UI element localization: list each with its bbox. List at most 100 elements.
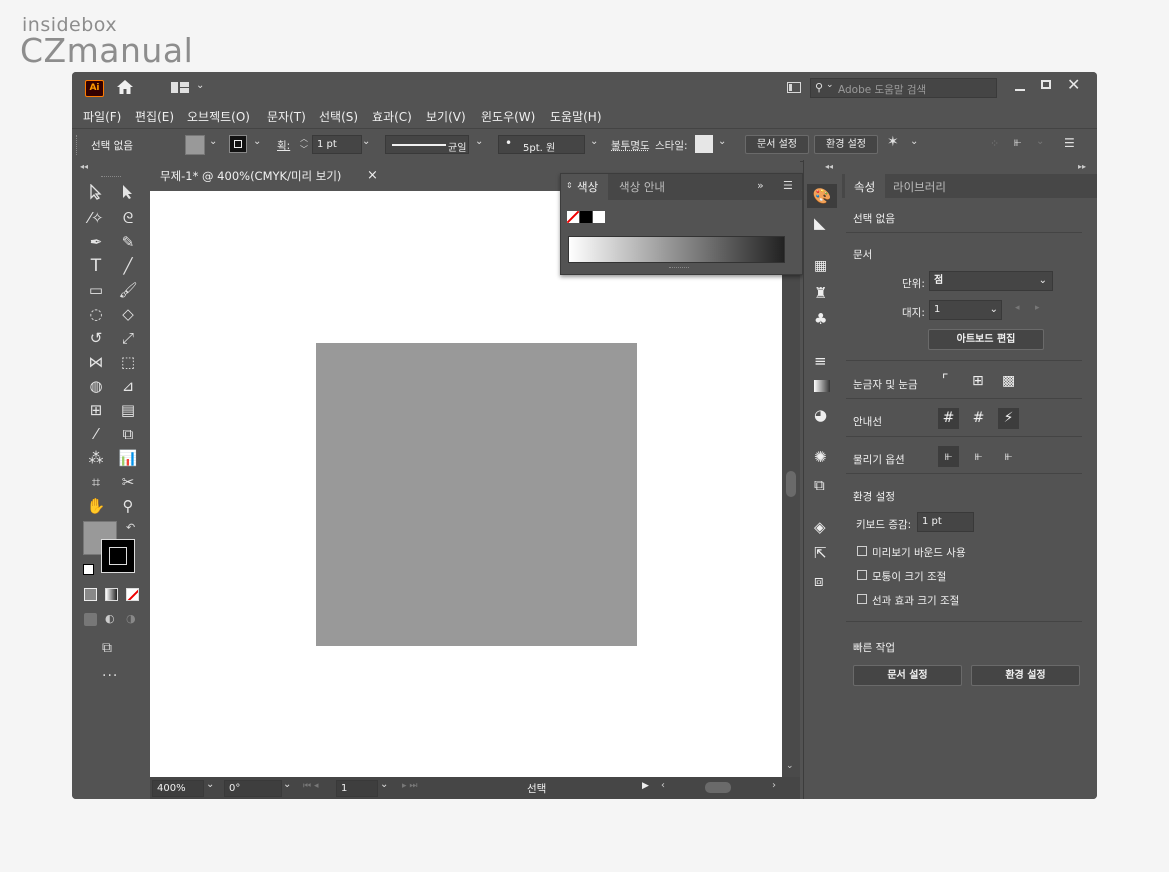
screen-mode-icon[interactable]: ⧉ xyxy=(102,640,112,656)
minimize-button[interactable] xyxy=(1013,81,1027,93)
symbols-icon[interactable]: ♣ xyxy=(814,310,827,328)
home-icon[interactable] xyxy=(116,79,134,95)
panel-menu-icon[interactable]: ☰ xyxy=(783,179,793,192)
color-spectrum-bar[interactable] xyxy=(568,236,785,263)
style-dropdown-icon[interactable]: ⌄ xyxy=(718,136,726,147)
brush-definition[interactable]: • 5pt. 원 xyxy=(498,135,585,154)
rectangle-tool-icon[interactable]: ▭ xyxy=(86,280,106,300)
collapse-tools-icon[interactable]: ◂◂ xyxy=(80,162,88,171)
width-tool-icon[interactable]: ⋈ xyxy=(86,352,106,372)
appearance-icon[interactable]: ✺ xyxy=(814,448,827,466)
blend-tool-icon[interactable]: ⧉ xyxy=(118,424,138,444)
artboard-tool-icon[interactable]: ⌗ xyxy=(86,472,106,492)
color-mode-icon[interactable] xyxy=(84,588,97,601)
zoom-dropdown-icon[interactable]: ⌄ xyxy=(206,779,214,790)
transparency-grid-icon[interactable]: ▩ xyxy=(1002,373,1015,389)
close-button[interactable]: ✕ xyxy=(1067,75,1080,94)
smart-guides-icon[interactable]: ⚡ xyxy=(998,408,1019,429)
hand-tool-icon[interactable]: ✋ xyxy=(86,496,106,516)
perspective-grid-tool-icon[interactable]: ⊿ xyxy=(118,376,138,396)
draw-normal-icon[interactable] xyxy=(84,613,97,626)
menu-edit[interactable]: 편집(E) xyxy=(135,108,174,125)
artboard-select[interactable]: 1 ⌄ xyxy=(929,300,1002,320)
export-icon[interactable]: ⇱ xyxy=(814,544,827,562)
search-box[interactable]: ⚲ ⌄ Adobe 도움말 검색 xyxy=(810,78,997,98)
free-transform-tool-icon[interactable]: ⬚ xyxy=(118,352,138,372)
gray-rectangle[interactable] xyxy=(316,343,637,646)
chevron-down-icon[interactable]: ⌄ xyxy=(196,80,204,91)
menu-select[interactable]: 선택(S) xyxy=(319,108,358,125)
slice-tool-icon[interactable]: ✂ xyxy=(118,472,138,492)
libraries-tab[interactable]: 라이브러리 xyxy=(893,179,946,195)
expand-panel-icon[interactable]: » xyxy=(757,179,764,192)
lock-guides-icon[interactable]: # xyxy=(968,408,989,429)
edit-artboards-button[interactable]: 아트보드 편집 xyxy=(928,329,1044,350)
document-tab[interactable]: 무제-1* @ 400%(CMYK/미리 보기) × xyxy=(150,162,380,191)
snap-to-glyph-icon[interactable]: ⫦ xyxy=(998,446,1019,467)
none-swatch[interactable] xyxy=(567,211,579,223)
symbol-sprayer-tool-icon[interactable]: ⁂ xyxy=(86,448,106,468)
color-panel-icon[interactable]: 🎨 xyxy=(807,184,837,208)
scale-strokes-checkbox[interactable] xyxy=(857,594,867,604)
white-swatch[interactable] xyxy=(593,211,605,223)
vertical-scrollbar[interactable]: ⌄ xyxy=(782,191,800,777)
black-swatch[interactable] xyxy=(580,211,592,223)
properties-tab[interactable]: 속성 xyxy=(845,174,885,198)
draw-inside-icon[interactable]: ◑ xyxy=(126,612,136,625)
edit-toolbar-icon[interactable]: ··· xyxy=(102,668,118,684)
stroke-stepper-icon[interactable]: ︿ ﹀ xyxy=(300,133,308,155)
scroll-left-icon[interactable]: ‹ xyxy=(661,780,665,791)
menu-type[interactable]: 문자(T) xyxy=(267,108,306,125)
fill-swatch[interactable] xyxy=(185,135,205,155)
collapse-strip-icon[interactable]: ◂◂ xyxy=(825,162,833,171)
eraser-tool-icon[interactable]: ◇ xyxy=(118,304,138,324)
units-select[interactable]: 점 ⌄ xyxy=(929,271,1053,291)
shape-builder-tool-icon[interactable]: ◍ xyxy=(86,376,106,396)
panel-menu-icon[interactable]: ☰ xyxy=(1064,136,1075,150)
zoom-tool-icon[interactable]: ⚲ xyxy=(118,496,138,516)
artboard-canvas[interactable] xyxy=(150,191,782,777)
line-tool-icon[interactable]: ╱ xyxy=(118,256,138,276)
scroll-down-icon[interactable]: ⌄ xyxy=(786,761,794,771)
none-mode-icon[interactable] xyxy=(126,588,139,601)
variable-width-profile[interactable]: 균일 xyxy=(385,135,469,154)
fill-dropdown-icon[interactable]: ⌄ xyxy=(209,136,217,147)
color-tab[interactable]: ⇕ 색상 xyxy=(561,174,608,200)
menu-object[interactable]: 오브젝트(O) xyxy=(187,108,250,125)
scroll-right-icon[interactable]: › xyxy=(772,780,776,791)
quick-document-setup-button[interactable]: 문서 설정 xyxy=(853,665,962,686)
artboards-icon[interactable]: ⧈ xyxy=(814,572,824,590)
eyedropper-tool-icon[interactable]: ⁄ xyxy=(86,424,106,444)
selection-tool-icon[interactable] xyxy=(86,183,106,204)
mesh-tool-icon[interactable]: ⊞ xyxy=(86,400,106,420)
swatches-icon[interactable]: ▦ xyxy=(814,258,827,274)
snap-to-point-icon[interactable]: ⫦ xyxy=(938,446,959,467)
layers-icon[interactable]: ◈ xyxy=(814,518,826,536)
menu-window[interactable]: 윈도우(W) xyxy=(481,108,535,125)
scale-tool-icon[interactable]: ⤢ xyxy=(118,328,138,348)
puppet-warp-icon[interactable]: ✶ xyxy=(887,134,899,150)
brushes-icon[interactable]: ♜ xyxy=(814,284,827,302)
stroke-swatch[interactable] xyxy=(229,135,247,153)
stroke-color-swatch[interactable] xyxy=(101,539,135,573)
gradient-panel-icon[interactable] xyxy=(814,380,830,392)
arrange-documents-icon[interactable] xyxy=(787,82,801,93)
stroke-dropdown-icon[interactable]: ⌄ xyxy=(253,136,261,147)
rotation-field[interactable]: 0° xyxy=(224,780,282,797)
profile-dropdown-icon[interactable]: ⌄ xyxy=(475,136,483,147)
stroke-weight-dropdown-icon[interactable]: ⌄ xyxy=(362,136,370,147)
artboard-field[interactable]: 1 xyxy=(336,780,378,797)
rotation-dropdown-icon[interactable]: ⌄ xyxy=(283,779,291,790)
menu-effect[interactable]: 효과(C) xyxy=(372,108,412,125)
ruler-icon[interactable]: ⌜ xyxy=(942,372,949,388)
puppet-dropdown-icon[interactable]: ⌄ xyxy=(910,136,918,147)
panel-grip[interactable] xyxy=(76,135,79,155)
pen-tool-icon[interactable]: ✒ xyxy=(86,232,106,252)
menu-view[interactable]: 보기(V) xyxy=(426,108,466,125)
maximize-button[interactable] xyxy=(1039,78,1053,92)
keyboard-increment-input[interactable]: 1 pt xyxy=(917,512,974,532)
artboard-dropdown-icon[interactable]: ⌄ xyxy=(380,779,388,790)
rotate-tool-icon[interactable]: ↺ xyxy=(86,328,106,348)
color-guide-icon[interactable]: ◣ xyxy=(814,214,826,232)
column-graph-tool-icon[interactable]: 📊 xyxy=(118,448,138,468)
